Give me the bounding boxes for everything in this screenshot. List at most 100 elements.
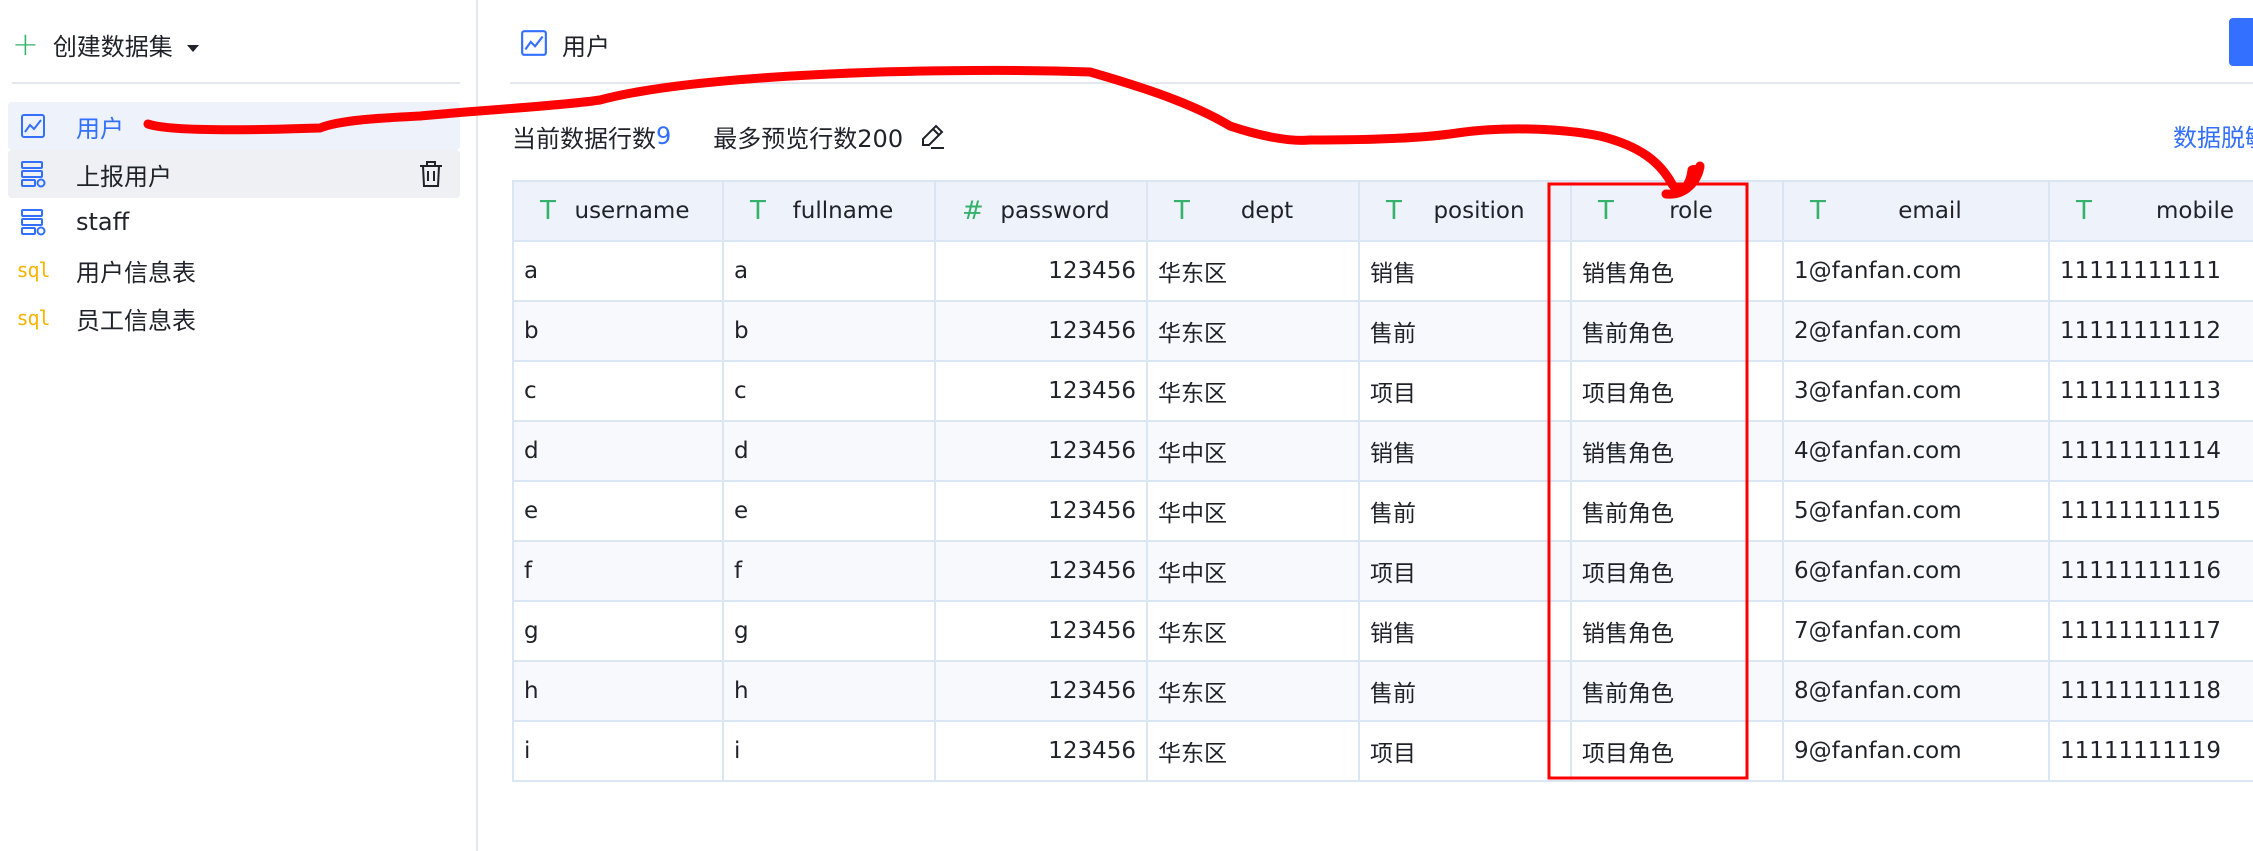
cell-fullname: f (722, 540, 936, 602)
sidebar-item-label: 上报用户 (76, 162, 172, 191)
edit-icon[interactable] (917, 121, 947, 151)
cell-mobile: 11111111114 (2048, 420, 2253, 482)
column-header-username[interactable]: Tusername (512, 180, 724, 242)
cell-position: 项目 (1358, 540, 1572, 602)
cell-email: 2@fanfan.com (1782, 300, 2050, 362)
sidebar-item-report-users[interactable]: 上报用户 (8, 150, 460, 198)
cell-email: 4@fanfan.com (1782, 420, 2050, 482)
table-row[interactable]: f f 123456 华中区 项目 项目角色 6@fanfan.com 11111111116 (512, 540, 2253, 602)
sidebar-divider (12, 82, 460, 84)
cell-username: c (512, 360, 724, 422)
text-type-icon: T (1810, 196, 1826, 226)
dataset-list: 用户 上报用户 staff sql 用户信息表 sql 员工信息表 (8, 102, 460, 342)
text-type-icon: T (1386, 196, 1402, 226)
table-body: a a 123456 华东区 销售 销售角色 1@fanfan.com 11111111111… (512, 240, 2253, 782)
sql-icon: sql (16, 306, 50, 330)
cell-password: 123456 (934, 660, 1148, 722)
cell-username: g (512, 600, 724, 662)
cell-mobile: 11111111117 (2048, 600, 2253, 662)
cell-password: 123456 (934, 300, 1148, 362)
cell-role: 销售角色 (1570, 420, 1784, 482)
sidebar-item-label: 用户 (76, 114, 124, 143)
cell-role: 售前角色 (1570, 300, 1784, 362)
column-header-email[interactable]: Temail (1782, 180, 2050, 242)
cell-email: 8@fanfan.com (1782, 660, 2050, 722)
table-row[interactable]: b b 123456 华东区 售前 售前角色 2@fanfan.com 11111111112 (512, 300, 2253, 362)
cell-dept: 华东区 (1146, 240, 1360, 302)
table-row[interactable]: g g 123456 华东区 销售 销售角色 7@fanfan.com 11111111117 (512, 600, 2253, 662)
cell-position: 售前 (1358, 300, 1572, 362)
sidebar-item-users[interactable]: 用户 (8, 102, 460, 150)
cell-fullname: h (722, 660, 936, 722)
column-header-role[interactable]: Trole (1570, 180, 1784, 242)
cell-email: 6@fanfan.com (1782, 540, 2050, 602)
cell-fullname: i (722, 720, 936, 782)
cell-position: 项目 (1358, 360, 1572, 422)
cell-role: 项目角色 (1570, 360, 1784, 422)
cell-mobile: 11111111118 (2048, 660, 2253, 722)
create-dataset-button[interactable]: + 创建数据集 (12, 24, 199, 64)
cell-username: e (512, 480, 724, 542)
column-header-mobile[interactable]: Tmobile (2048, 180, 2253, 242)
cell-dept: 华东区 (1146, 720, 1360, 782)
cell-email: 7@fanfan.com (1782, 600, 2050, 662)
cell-fullname: c (722, 360, 936, 422)
table-row[interactable]: a a 123456 华东区 销售 销售角色 1@fanfan.com 11111111111 (512, 240, 2253, 302)
column-header-position[interactable]: Tposition (1358, 180, 1572, 242)
cell-position: 销售 (1358, 420, 1572, 482)
cell-fullname: b (722, 300, 936, 362)
cell-password: 123456 (934, 360, 1148, 422)
table-row[interactable]: h h 123456 华东区 售前 售前角色 8@fanfan.com 11111111118 (512, 660, 2253, 722)
cell-position: 售前 (1358, 480, 1572, 542)
dataset-header: 用户 (520, 24, 610, 64)
column-header-dept[interactable]: Tdept (1146, 180, 1360, 242)
cell-username: f (512, 540, 724, 602)
cell-dept: 华东区 (1146, 360, 1360, 422)
cell-username: b (512, 300, 724, 362)
table-row[interactable]: e e 123456 华中区 售前 售前角色 5@fanfan.com 11111111115 (512, 480, 2253, 542)
cell-position: 销售 (1358, 600, 1572, 662)
cell-role: 销售角色 (1570, 600, 1784, 662)
cell-role: 销售角色 (1570, 240, 1784, 302)
cell-password: 123456 (934, 600, 1148, 662)
number-type-icon: # (962, 196, 984, 226)
cell-mobile: 11111111112 (2048, 300, 2253, 362)
column-header-password[interactable]: # password (934, 180, 1148, 242)
chart-line-icon (18, 111, 48, 141)
sql-icon: sql (16, 258, 50, 282)
table-row[interactable]: c c 123456 华东区 项目 项目角色 3@fanfan.com 11111111113 (512, 360, 2253, 422)
primary-action-button[interactable] (2229, 18, 2253, 66)
preview-stats: 当前数据行数 9 最多预览行数200 (512, 118, 947, 154)
caret-down-icon[interactable] (186, 44, 199, 52)
trash-icon[interactable] (416, 159, 446, 189)
text-type-icon: T (2076, 196, 2092, 226)
text-type-icon: T (1598, 196, 1614, 226)
cell-password: 123456 (934, 540, 1148, 602)
cell-password: 123456 (934, 720, 1148, 782)
table-row[interactable]: i i 123456 华东区 项目 项目角色 9@fanfan.com 11111111119 (512, 720, 2253, 782)
cell-role: 项目角色 (1570, 720, 1784, 782)
cell-dept: 华中区 (1146, 480, 1360, 542)
preview-limit-label: 最多预览行数200 (713, 124, 904, 153)
cell-mobile: 11111111115 (2048, 480, 2253, 542)
sidebar-item-user-info-table[interactable]: sql 用户信息表 (8, 246, 460, 294)
sidebar-item-staff-info-table[interactable]: sql 员工信息表 (8, 294, 460, 342)
cell-email: 9@fanfan.com (1782, 720, 2050, 782)
main-panel: 用户 当前数据行数 9 最多预览行数200 数据脱敏 Tusername Tfu… (480, 0, 2253, 851)
chart-line-icon (520, 29, 550, 59)
data-preview-table: Tusername Tfullname # password Tdept Tpos… (512, 180, 2253, 782)
column-header-fullname[interactable]: Tfullname (722, 180, 936, 242)
cell-role: 售前角色 (1570, 480, 1784, 542)
cell-password: 123456 (934, 240, 1148, 302)
cell-fullname: d (722, 420, 936, 482)
cell-username: a (512, 240, 724, 302)
data-masking-link[interactable]: 数据脱敏 (2173, 118, 2253, 153)
sidebar-item-label: 用户信息表 (76, 258, 196, 287)
sidebar-item-staff[interactable]: staff (8, 198, 460, 246)
page-title: 用户 (562, 32, 610, 61)
cell-email: 5@fanfan.com (1782, 480, 2050, 542)
table-row[interactable]: d d 123456 华中区 销售 销售角色 4@fanfan.com 11111111114 (512, 420, 2253, 482)
table-header-row: Tusername Tfullname # password Tdept Tpos… (512, 180, 2253, 242)
cell-mobile: 11111111116 (2048, 540, 2253, 602)
cell-mobile: 11111111113 (2048, 360, 2253, 422)
